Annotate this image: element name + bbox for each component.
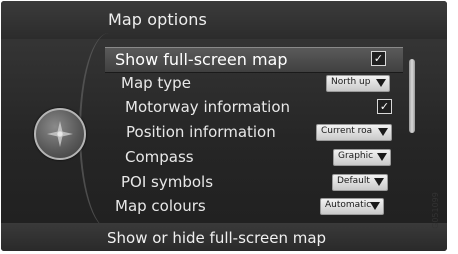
menu-item-label: Compass [125, 148, 194, 166]
motorway-information-checkbox[interactable]: ✓ [377, 99, 392, 114]
dropdown-value: Current roa [321, 126, 373, 136]
menu-item-motorway-information[interactable]: Motorway information ✓ [125, 98, 425, 120]
menu-item-compass[interactable]: Compass Graphic [125, 148, 425, 170]
checkmark-icon: ✓ [379, 100, 390, 113]
dropdown-arrow-icon [378, 128, 388, 136]
footer-hint-bar: Show or hide full-screen map [1, 223, 447, 251]
dropdown-arrow-icon [376, 79, 386, 87]
dropdown-value: Graphic [338, 151, 374, 161]
scrollbar-thumb[interactable] [409, 59, 415, 133]
show-full-screen-map-checkbox[interactable]: ✓ [371, 51, 386, 66]
compass-knob-icon [34, 108, 86, 160]
menu-item-map-colours[interactable]: Map colours Automatic [115, 197, 415, 219]
menu-item-label: Position information [126, 123, 276, 141]
dropdown-arrow-icon [370, 202, 380, 210]
map-type-dropdown[interactable]: North up [326, 75, 390, 92]
menu-item-label: Map colours [115, 197, 206, 215]
dropdown-value: North up [331, 77, 371, 87]
dropdown-value: Automatic [325, 200, 372, 210]
image-code-text: G051099 [430, 192, 440, 229]
checkmark-icon: ✓ [373, 52, 384, 65]
dropdown-value: Default [337, 176, 370, 186]
menu-item-label: POI symbols [121, 173, 214, 191]
position-information-dropdown[interactable]: Current roa [316, 124, 392, 141]
menu-item-show-full-screen-map[interactable]: Show full-screen map ✓ [115, 50, 415, 72]
poi-symbols-dropdown[interactable]: Default [332, 174, 388, 191]
footer-hint-text: Show or hide full-screen map [107, 229, 327, 247]
map-colours-dropdown[interactable]: Automatic [320, 198, 384, 215]
header-bar: Map options [1, 1, 447, 39]
dropdown-arrow-icon [377, 153, 387, 161]
menu-item-label: Motorway information [125, 98, 291, 116]
menu-item-label: Map type [121, 74, 191, 92]
menu-item-label: Show full-screen map [115, 50, 288, 69]
image-code-label: G051099 [431, 176, 458, 254]
page-title: Map options [108, 10, 207, 29]
menu-item-poi-symbols[interactable]: POI symbols Default [121, 173, 421, 195]
map-options-screen: Map options Show full-screen map ✓ Map t… [1, 1, 447, 251]
dropdown-arrow-icon [374, 178, 384, 186]
menu-item-position-information[interactable]: Position information Current roa [126, 123, 426, 145]
compass-dropdown[interactable]: Graphic [333, 149, 391, 166]
menu-item-map-type[interactable]: Map type North up [121, 74, 421, 96]
